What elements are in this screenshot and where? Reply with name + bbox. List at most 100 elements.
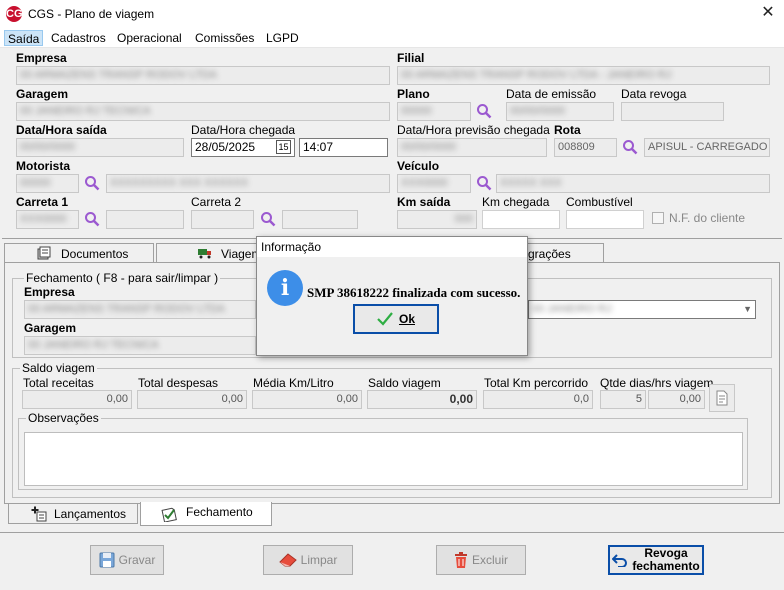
saldo-group-title: Saldo viagem [20, 361, 97, 375]
data-emissao-field[interactable]: 00/00/0000 [506, 102, 614, 121]
recalculate-button[interactable] [709, 384, 735, 412]
checkmark-icon [377, 312, 393, 326]
tab-documentos[interactable]: Documentos [4, 243, 154, 263]
plano-field[interactable]: 00000 [397, 102, 471, 121]
tab-lancamentos[interactable]: Lançamentos [8, 504, 138, 524]
gravar-button[interactable]: Gravar [90, 545, 164, 575]
carreta1-code-field[interactable]: XXX0000 [16, 210, 79, 229]
previsao-chegada-field[interactable]: 00/00/0000 [397, 138, 547, 157]
trash-icon [454, 552, 467, 568]
tab-integracoes[interactable]: grações [528, 243, 604, 263]
close-icon[interactable]: ✕ [756, 2, 780, 24]
plano-label: Plano [397, 87, 430, 101]
carreta2-desc-field[interactable] [282, 210, 358, 229]
empresa-label: Empresa [16, 51, 67, 65]
truck-icon [198, 249, 211, 259]
app-logo-icon: CG [6, 6, 23, 22]
fechamento-garagem-field[interactable]: 00 JANEIRO RJ TECNICA [24, 336, 256, 355]
fechamento-group-title: Fechamento ( F8 - para sair/limpar ) [24, 271, 221, 285]
nf-cliente-checkbox[interactable] [652, 212, 664, 224]
total-receitas-label: Total receitas [23, 376, 94, 390]
media-km-label: Média Km/Litro [253, 376, 334, 390]
empresa-field[interactable]: 00 ARMAZENS TRANSP RODOV LTDA [16, 66, 390, 85]
calendar-icon[interactable]: 15 [276, 140, 291, 154]
carreta2-code-field[interactable] [191, 210, 254, 229]
motorista-name-field[interactable]: XXXXXXXXX XXX XXXXXX [106, 174, 390, 193]
combustivel-label: Combustível [566, 195, 633, 209]
total-km-label: Total Km percorrido [484, 376, 589, 390]
data-hora-chegada-label: Data/Hora chegada [191, 123, 296, 137]
rota-code-field[interactable]: 008809 [554, 138, 617, 157]
limpar-button[interactable]: Limpar [263, 545, 353, 575]
menu-cadastros[interactable]: Cadastros [48, 30, 109, 46]
carreta1-desc-field[interactable] [106, 210, 184, 229]
veiculo-desc-field[interactable]: XXXXX XXX [496, 174, 770, 193]
carreta1-search-icon[interactable] [84, 211, 100, 227]
fechamento-empresa-label: Empresa [24, 285, 75, 299]
menu-saida[interactable]: Saída [4, 30, 44, 46]
add-entry-icon [31, 506, 47, 522]
filial-label: Filial [397, 51, 425, 65]
tab-viagem[interactable]: Viagem [156, 243, 261, 263]
checklist-icon [161, 507, 177, 522]
document-calc-icon [716, 390, 728, 406]
data-revoga-field[interactable] [621, 102, 724, 121]
chevron-down-icon: ▼ [743, 304, 752, 314]
title-bar: CG CGS - Plano de viagem ✕ [0, 0, 784, 28]
garagem-label: Garagem [16, 87, 69, 101]
menu-lgpd[interactable]: LGPD [263, 30, 302, 46]
carreta1-label: Carreta 1 [16, 195, 69, 209]
km-chegada-field[interactable] [482, 210, 560, 229]
garagem-field[interactable]: 00 JANEIRO RJ TECNICA [16, 102, 390, 121]
hora-chegada-field[interactable]: 14:07 [299, 138, 388, 157]
fechamento-filial-dropdown[interactable]: 00 JANEIRO RJ ▼ [528, 300, 756, 319]
rota-label: Rota [554, 123, 581, 137]
info-dialog: Informação i SMP 38618222 finalizada com… [256, 236, 528, 356]
motorista-search-icon[interactable] [84, 175, 100, 191]
eraser-icon [278, 553, 297, 567]
km-saida-label: Km saída [397, 195, 451, 209]
data-hora-saida-label: Data/Hora saída [16, 123, 107, 137]
rota-search-icon[interactable] [622, 139, 638, 155]
undo-arrow-icon [612, 554, 628, 567]
total-receitas-field[interactable]: 0,00 [22, 390, 132, 409]
total-km-field[interactable]: 0,0 [483, 390, 593, 409]
filial-field[interactable]: 00 ARMAZENS TRANSP RODOV LTDA - JANEIRO … [397, 66, 770, 85]
veiculo-label: Veículo [397, 159, 440, 173]
qtde-dias-field[interactable]: 5 [600, 390, 646, 409]
nf-cliente-label: N.F. do cliente [669, 211, 746, 225]
dialog-title: Informação [257, 237, 527, 257]
revoga-fechamento-button[interactable]: Revoga fechamento [608, 545, 704, 575]
veiculo-code-field[interactable]: XXX0000 [397, 174, 471, 193]
qtde-hrs-field[interactable]: 0,00 [648, 390, 705, 409]
fechamento-garagem-label: Garagem [24, 321, 77, 335]
qtde-dias-label: Qtde dias/hrs viagem [600, 376, 714, 390]
veiculo-search-icon[interactable] [476, 175, 492, 191]
combustivel-field[interactable] [566, 210, 644, 229]
data-saida-field[interactable]: 00/00/0000 [16, 138, 184, 157]
total-despesas-field[interactable]: 0,00 [137, 390, 247, 409]
data-emissao-label: Data de emissão [506, 87, 597, 101]
footer-divider [0, 532, 784, 533]
saldo-viagem-label: Saldo viagem [368, 376, 441, 390]
data-revoga-label: Data revoga [621, 87, 687, 101]
plano-search-icon[interactable] [476, 103, 492, 119]
motorista-code-field[interactable]: 00000 [16, 174, 79, 193]
media-km-field[interactable]: 0,00 [252, 390, 362, 409]
fechamento-empresa-field[interactable]: 00 ARMAZENS TRANSP RODOV LTDA [24, 300, 256, 319]
menu-bar: Saída Cadastros Operacional Comissões LG… [0, 28, 784, 48]
menu-comissoes[interactable]: Comissões [192, 30, 257, 46]
excluir-button[interactable]: Excluir [436, 545, 526, 575]
info-icon: i [267, 270, 303, 306]
window-title: CGS - Plano de viagem [28, 7, 155, 21]
rota-desc-field[interactable]: APISUL - CARREGADO - [644, 138, 770, 157]
carreta2-search-icon[interactable] [260, 211, 276, 227]
carreta2-label: Carreta 2 [191, 195, 242, 209]
menu-operacional[interactable]: Operacional [114, 30, 185, 46]
km-chegada-label: Km chegada [482, 195, 550, 209]
tab-fechamento[interactable]: Fechamento [140, 502, 272, 526]
saldo-viagem-field[interactable]: 0,00 [367, 390, 477, 409]
ok-button[interactable]: Ok [353, 304, 439, 334]
observacoes-textarea[interactable] [24, 432, 743, 486]
km-saida-field[interactable]: 000 [397, 210, 477, 229]
